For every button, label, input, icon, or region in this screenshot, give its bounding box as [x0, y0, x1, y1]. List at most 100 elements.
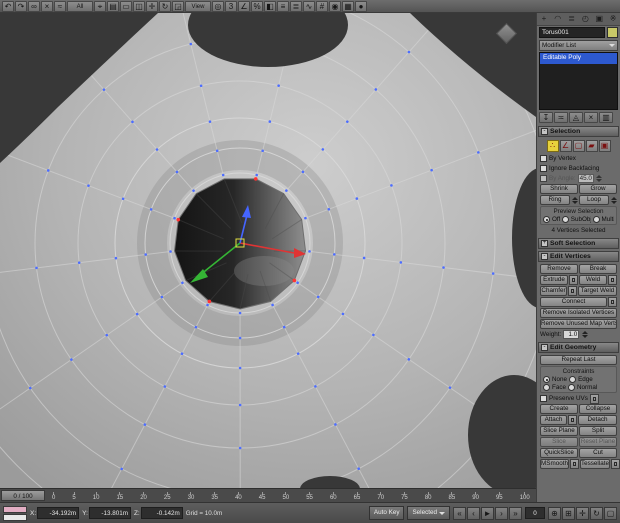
vertex-dot[interactable]	[35, 266, 38, 270]
configure-modifier-icon[interactable]: ▥	[599, 112, 613, 123]
weight-value-field[interactable]: 1.0	[563, 330, 580, 339]
angle-snap-icon[interactable]: ∠	[238, 0, 250, 12]
play-icon[interactable]: ►	[481, 506, 494, 520]
select-scale-icon[interactable]: ◲	[172, 0, 184, 12]
break-button[interactable]: Break	[579, 264, 617, 274]
display-tab[interactable]: ▣	[592, 13, 606, 25]
select-rotate-icon[interactable]: ↻	[159, 0, 171, 12]
undo-icon[interactable]: ↶	[2, 0, 14, 12]
chamfer-settings-button[interactable]	[568, 286, 577, 296]
redo-icon[interactable]: ↷	[15, 0, 27, 12]
preview-off-radio[interactable]	[543, 216, 550, 223]
listener-script-line[interactable]	[3, 513, 27, 521]
vertex-dot[interactable]	[144, 253, 148, 256]
soft-selection-rollout-header[interactable]: + Soft Selection	[538, 238, 619, 249]
preview-multi-radio[interactable]	[592, 216, 600, 223]
next-frame-icon[interactable]: ›	[495, 506, 508, 520]
vertex-dot[interactable]	[238, 311, 242, 315]
vertex-dot[interactable]	[238, 366, 242, 370]
by-vertex-checkbox[interactable]	[540, 155, 547, 162]
edit-geometry-rollout-header[interactable]: - Edit Geometry	[538, 342, 619, 353]
maxscript-mini-listener[interactable]	[3, 505, 27, 521]
weld-button[interactable]: Weld	[579, 275, 607, 285]
grow-button[interactable]: Grow	[579, 184, 617, 194]
vertex-dot[interactable]	[149, 208, 153, 211]
window-crossing-icon[interactable]: ◫	[133, 0, 145, 12]
vertex-dot[interactable]	[442, 266, 445, 269]
expand-icon[interactable]: +	[541, 240, 548, 247]
vertex-dot[interactable]	[407, 358, 411, 361]
vertex-dot[interactable]	[296, 281, 299, 285]
vertex-dot[interactable]	[374, 88, 378, 91]
vertex-dot[interactable]	[327, 207, 331, 211]
utilities-tab[interactable]: ※	[606, 13, 620, 25]
select-object-icon[interactable]: ⌖	[94, 0, 106, 12]
show-end-result-icon[interactable]: ≍	[554, 112, 568, 123]
reference-coordinate-dropdown[interactable]: View	[185, 0, 211, 12]
vertex-dot[interactable]	[362, 256, 366, 260]
zoom-extents-icon[interactable]: ⊞	[562, 506, 575, 520]
vertex-dot[interactable]	[199, 84, 203, 88]
msmooth-button[interactable]: MSmooth	[540, 459, 569, 469]
create-tab[interactable]: +	[537, 13, 551, 25]
detach-button[interactable]: Detach	[578, 415, 617, 425]
connect-settings-button[interactable]	[608, 297, 617, 307]
collapse-icon[interactable]: -	[541, 253, 548, 260]
by-angle-checkbox[interactable]	[540, 175, 547, 182]
reset-plane-button[interactable]: Reset Plane	[579, 437, 617, 447]
selected-vertex-dot[interactable]	[207, 299, 212, 304]
vertex-dot[interactable]	[131, 120, 134, 124]
quickslice-button[interactable]: QuickSlice	[540, 448, 578, 458]
auto-key-button[interactable]: Auto Key	[368, 506, 405, 520]
loop-spinner[interactable]	[610, 195, 617, 205]
vertex-dot[interactable]	[285, 189, 288, 192]
go-to-start-icon[interactable]: «	[453, 506, 466, 520]
remove-modifier-icon[interactable]: ×	[584, 112, 598, 123]
vertex-dot[interactable]	[399, 261, 403, 264]
element-mode-icon[interactable]: ▣	[598, 140, 611, 152]
vertex-dot[interactable]	[334, 423, 337, 426]
tessellate-settings-button[interactable]	[610, 459, 620, 469]
x-coordinate-field[interactable]: -34.192m	[37, 507, 80, 519]
go-to-end-icon[interactable]: »	[509, 506, 522, 520]
remove-button[interactable]: Remove	[540, 264, 578, 274]
maximize-viewport-icon[interactable]: ▢	[604, 506, 617, 520]
vertex-dot[interactable]	[321, 148, 325, 151]
z-coordinate-field[interactable]: -0.142m	[140, 507, 183, 519]
previous-frame-icon[interactable]: ‹	[467, 506, 480, 520]
vertex-dot[interactable]	[304, 216, 307, 220]
rectangular-selection-icon[interactable]: ▭	[120, 0, 132, 12]
object-color-swatch[interactable]	[607, 27, 618, 38]
vertex-dot[interactable]	[372, 333, 375, 337]
render-icon[interactable]: ●	[355, 0, 367, 12]
vertex-dot[interactable]	[341, 312, 345, 316]
by-angle-spinner[interactable]	[596, 175, 603, 182]
vertex-dot[interactable]	[206, 303, 209, 307]
pin-stack-icon[interactable]: ↧	[539, 112, 553, 123]
vertex-dot[interactable]	[143, 423, 147, 426]
vertex-dot[interactable]	[173, 216, 176, 220]
preview-subobj-radio[interactable]	[561, 216, 569, 223]
snaps-toggle-icon[interactable]: 3	[225, 0, 237, 12]
selection-filter-dropdown[interactable]: All	[67, 0, 93, 12]
ring-button[interactable]: Ring	[540, 195, 570, 205]
listener-macro-line[interactable]	[3, 505, 27, 513]
collapse-icon[interactable]: -	[541, 128, 548, 135]
vertex-dot[interactable]	[189, 42, 193, 46]
create-button[interactable]: Create	[540, 404, 578, 414]
vertex-dot[interactable]	[105, 333, 109, 337]
vertex-dot[interactable]	[70, 358, 73, 361]
vertex-dot[interactable]	[121, 197, 125, 201]
polygon-mode-icon[interactable]: ▰	[585, 140, 598, 152]
select-link-icon[interactable]: ∞	[28, 0, 40, 12]
use-pivot-icon[interactable]: ◎	[212, 0, 224, 12]
vertex-dot[interactable]	[357, 467, 360, 470]
hierarchy-tab[interactable]: ≣	[565, 13, 579, 25]
orbit-icon[interactable]: ↻	[590, 506, 603, 520]
modify-tab[interactable]: ◠	[551, 13, 565, 25]
connect-button[interactable]: Connect	[540, 297, 607, 307]
slice-plane-button[interactable]: Slice Plane	[540, 426, 578, 436]
vertex-dot[interactable]	[448, 386, 452, 389]
selected-vertex-dot[interactable]	[253, 177, 258, 181]
selection-rollout-header[interactable]: - Selection	[538, 126, 619, 137]
